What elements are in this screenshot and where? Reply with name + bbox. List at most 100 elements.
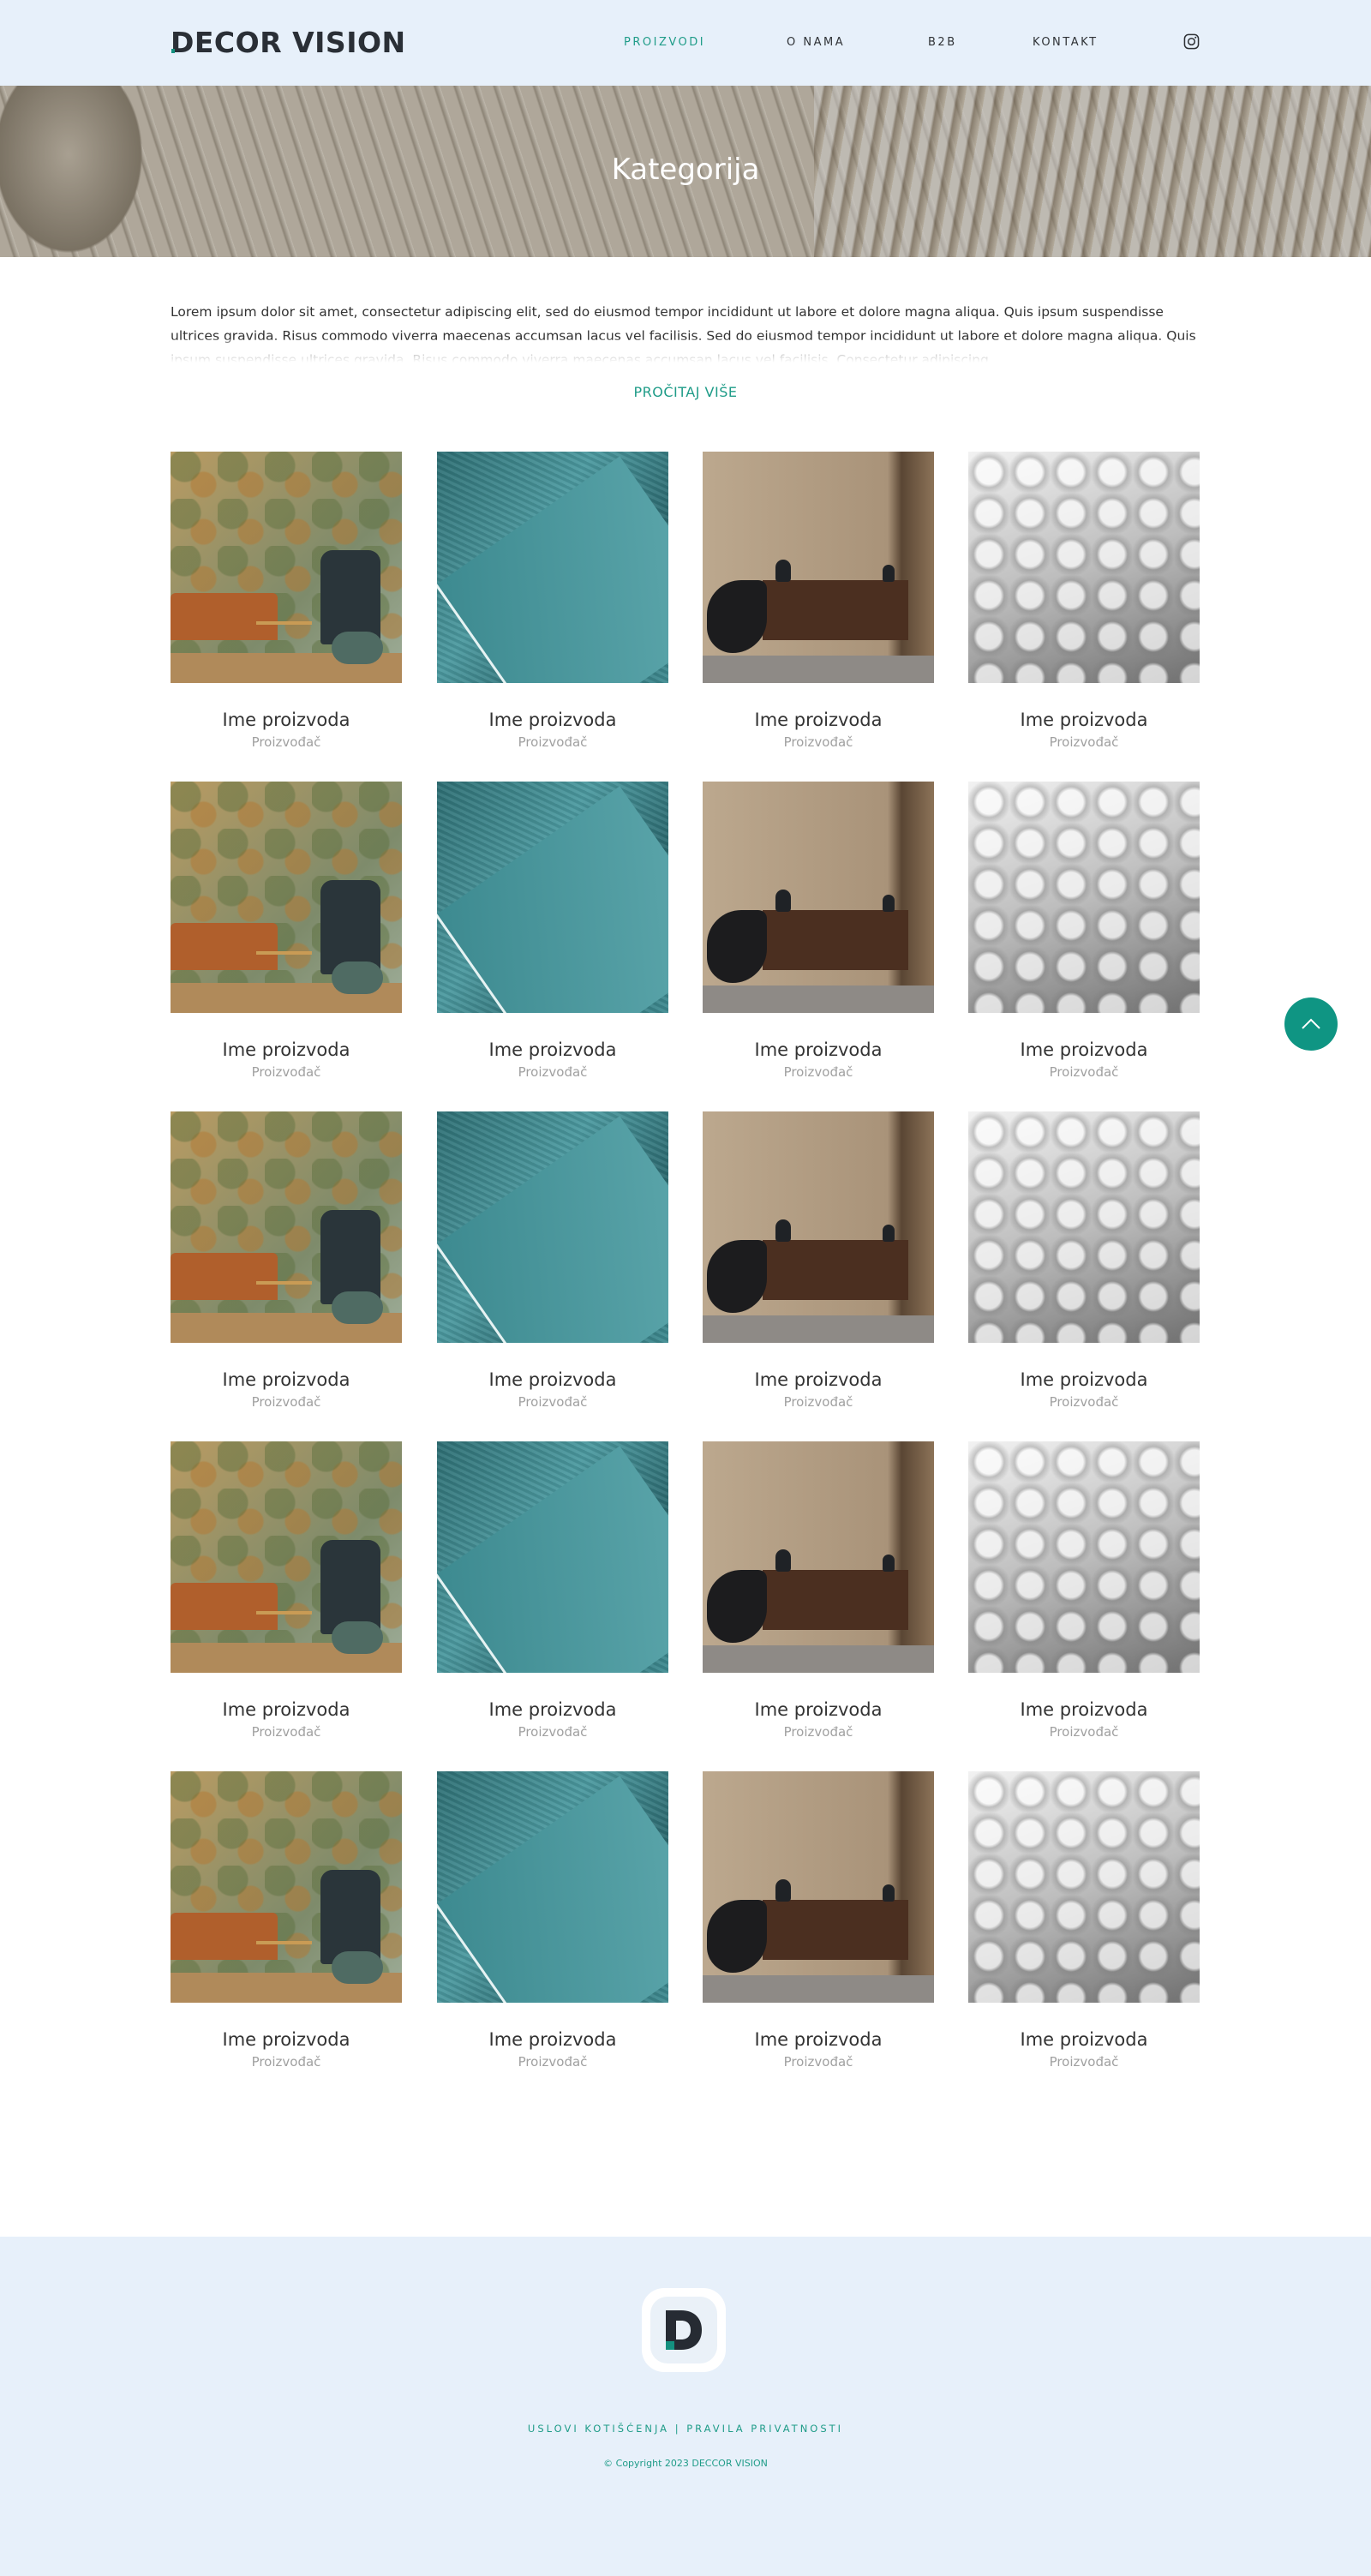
nav-kontakt[interactable]: KONTAKT <box>1033 36 1099 50</box>
product-image[interactable] <box>703 1111 934 1343</box>
product-image[interactable] <box>703 452 934 683</box>
product-image[interactable] <box>703 782 934 1013</box>
product-maker: Proizvođač <box>251 1394 321 1410</box>
product-image[interactable] <box>968 1771 1200 2003</box>
product-card[interactable]: Ime proizvoda Proizvođač <box>703 1111 934 1420</box>
nav-o-nama[interactable]: O NAMA <box>787 36 845 50</box>
product-name[interactable]: Ime proizvoda <box>703 1698 934 1721</box>
product-card[interactable]: Ime proizvoda Proizvođač <box>437 1771 668 2080</box>
product-image[interactable] <box>968 1441 1200 1673</box>
product-maker: Proizvođač <box>783 734 853 750</box>
product-image[interactable] <box>968 1111 1200 1343</box>
product-card[interactable]: Ime proizvoda Proizvođač <box>437 452 668 760</box>
product-name[interactable]: Ime proizvoda <box>703 1039 934 1061</box>
product-card[interactable]: Ime proizvoda Proizvođač <box>171 1441 402 1750</box>
product-maker: Proizvođač <box>1049 1394 1119 1410</box>
product-image[interactable] <box>437 1771 668 2003</box>
product-image[interactable] <box>171 1441 402 1673</box>
back-to-top-button[interactable] <box>1284 997 1338 1051</box>
product-card[interactable]: Ime proizvoda Proizvođač <box>437 1111 668 1420</box>
product-card[interactable]: Ime proizvoda Proizvođač <box>968 1771 1200 2080</box>
product-card[interactable]: Ime proizvoda Proizvođač <box>703 782 934 1090</box>
product-image[interactable] <box>437 452 668 683</box>
product-name[interactable]: Ime proizvoda <box>968 709 1200 731</box>
product-name[interactable]: Ime proizvoda <box>968 1369 1200 1391</box>
product-card[interactable]: Ime proizvoda Proizvođač <box>968 1111 1200 1420</box>
product-card[interactable]: Ime proizvoda Proizvođač <box>437 1441 668 1750</box>
footer-links: USLOVI KOTIŠĆENJA | PRAVILA PRIVATNOSTI <box>0 2423 1371 2435</box>
product-maker: Proizvođač <box>783 1394 853 1410</box>
product-name[interactable]: Ime proizvoda <box>171 2028 402 2051</box>
product-card[interactable]: Ime proizvoda Proizvođač <box>703 1441 934 1750</box>
product-name[interactable]: Ime proizvoda <box>171 709 402 731</box>
category-hero-banner: Kategorija <box>0 86 1371 257</box>
site-footer: USLOVI KOTIŠĆENJA | PRAVILA PRIVATNOSTI … <box>0 2237 1371 2576</box>
product-image[interactable] <box>171 1771 402 2003</box>
product-maker: Proizvođač <box>518 2054 588 2070</box>
product-name[interactable]: Ime proizvoda <box>437 1698 668 1721</box>
product-image[interactable] <box>968 782 1200 1013</box>
nav-proizvodi[interactable]: PROIZVODI <box>624 36 705 50</box>
product-name[interactable]: Ime proizvoda <box>437 1369 668 1391</box>
product-name[interactable]: Ime proizvoda <box>968 1698 1200 1721</box>
product-name[interactable]: Ime proizvoda <box>437 1039 668 1061</box>
product-name[interactable]: Ime proizvoda <box>171 1698 402 1721</box>
chevron-up-icon <box>1302 1018 1320 1029</box>
product-image[interactable] <box>703 1771 934 2003</box>
product-name[interactable]: Ime proizvoda <box>703 709 934 731</box>
site-header: DECOR VISION PROIZVODI O NAMA B2B KONTAK… <box>0 0 1371 86</box>
product-image[interactable] <box>968 452 1200 683</box>
product-maker: Proizvođač <box>251 734 321 750</box>
product-image[interactable] <box>171 782 402 1013</box>
product-image[interactable] <box>171 452 402 683</box>
terms-link[interactable]: USLOVI KOTIŠĆENJA <box>528 2423 669 2435</box>
site-logo[interactable]: DECOR VISION <box>171 26 406 60</box>
product-card[interactable]: Ime proizvoda Proizvođač <box>968 1441 1200 1750</box>
product-maker: Proizvođač <box>783 1064 853 1080</box>
product-maker: Proizvođač <box>518 1394 588 1410</box>
nav-b2b[interactable]: B2B <box>928 36 957 50</box>
product-card[interactable]: Ime proizvoda Proizvođač <box>968 452 1200 760</box>
product-card[interactable]: Ime proizvoda Proizvođač <box>171 1771 402 2080</box>
product-image[interactable] <box>437 782 668 1013</box>
logo-accent-dot <box>171 49 175 53</box>
product-name[interactable]: Ime proizvoda <box>171 1369 402 1391</box>
product-name[interactable]: Ime proizvoda <box>171 1039 402 1061</box>
description-fade <box>171 339 1200 365</box>
instagram-icon[interactable] <box>1183 33 1200 50</box>
product-maker: Proizvođač <box>1049 1724 1119 1740</box>
product-name[interactable]: Ime proizvoda <box>437 2028 668 2051</box>
product-name[interactable]: Ime proizvoda <box>437 709 668 731</box>
product-card[interactable]: Ime proizvoda Proizvođač <box>171 452 402 760</box>
product-maker: Proizvođač <box>251 1064 321 1080</box>
privacy-link[interactable]: PRAVILA PRIVATNOSTI <box>686 2423 843 2435</box>
product-card[interactable]: Ime proizvoda Proizvođač <box>437 782 668 1090</box>
product-image[interactable] <box>437 1111 668 1343</box>
product-card[interactable]: Ime proizvoda Proizvođač <box>968 782 1200 1090</box>
product-maker: Proizvođač <box>1049 734 1119 750</box>
product-image[interactable] <box>171 1111 402 1343</box>
product-maker: Proizvođač <box>1049 1064 1119 1080</box>
product-maker: Proizvođač <box>518 1064 588 1080</box>
product-name[interactable]: Ime proizvoda <box>703 1369 934 1391</box>
product-name[interactable]: Ime proizvoda <box>703 2028 934 2051</box>
page-title: Kategorija <box>611 153 760 187</box>
product-card[interactable]: Ime proizvoda Proizvođač <box>171 1111 402 1420</box>
product-card[interactable]: Ime proizvoda Proizvođač <box>171 782 402 1090</box>
product-maker: Proizvođač <box>518 1724 588 1740</box>
footer-separator: | <box>674 2423 681 2435</box>
product-card[interactable]: Ime proizvoda Proizvođač <box>703 452 934 760</box>
product-maker: Proizvođač <box>783 1724 853 1740</box>
product-card[interactable]: Ime proizvoda Proizvođač <box>703 1771 934 2080</box>
product-maker: Proizvođač <box>251 2054 321 2070</box>
product-maker: Proizvođač <box>518 734 588 750</box>
product-maker: Proizvođač <box>1049 2054 1119 2070</box>
product-maker: Proizvođač <box>783 2054 853 2070</box>
footer-logo-icon[interactable] <box>642 2288 726 2372</box>
product-image[interactable] <box>703 1441 934 1673</box>
read-more-link[interactable]: PROČITAJ VIŠE <box>0 384 1371 401</box>
product-image[interactable] <box>437 1441 668 1673</box>
decor-vision-logo-icon <box>666 2310 702 2350</box>
product-name[interactable]: Ime proizvoda <box>968 2028 1200 2051</box>
product-name[interactable]: Ime proizvoda <box>968 1039 1200 1061</box>
